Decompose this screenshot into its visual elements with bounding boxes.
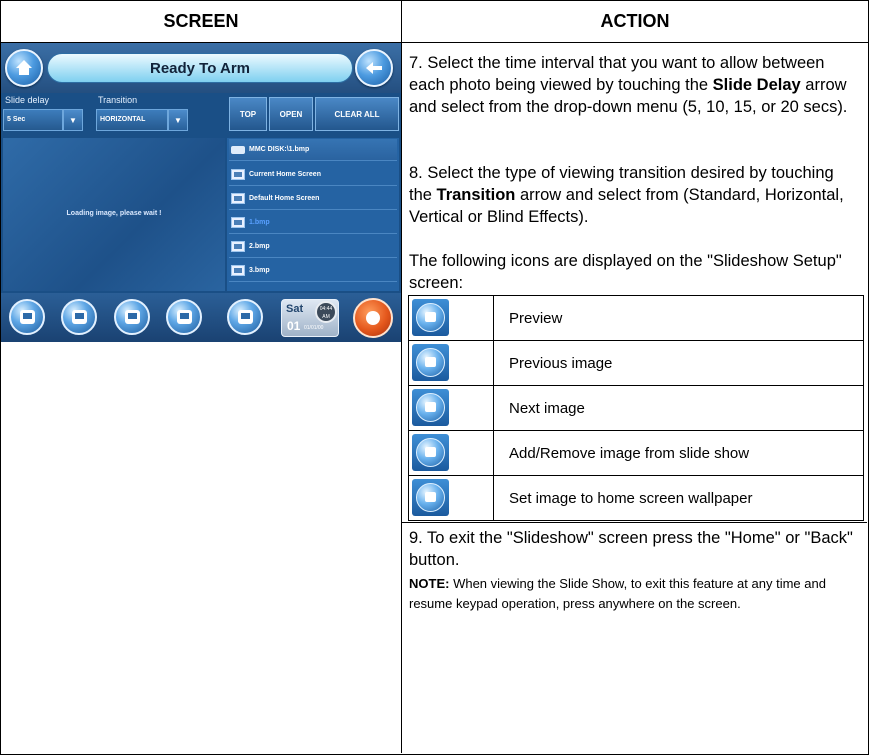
preview-button[interactable] [9,299,45,335]
slide-delay-dropdown[interactable]: 5 Sec [3,109,63,131]
image-icon [231,193,245,204]
clock-full-date: 01/01/00 [304,325,324,331]
bottom-toolbar: Sat 01 01/01/00 04:44 AM [1,293,401,342]
top-button[interactable]: TOP [229,97,267,131]
image-icon [231,241,245,252]
file-list-item[interactable]: Current Home Screen [229,164,397,186]
file-list-item-selected[interactable]: 1.bmp [229,212,397,234]
note: NOTE: When viewing the Slide Show, to ex… [409,574,864,614]
set-wallpaper-button[interactable] [227,299,263,335]
icon-description: Next image [509,399,585,417]
set-wallpaper-icon [412,479,449,516]
action-column-header: ACTION [402,1,868,43]
open-button[interactable]: OPEN [269,97,313,131]
clock-ampm: AM [322,314,330,320]
clock-date: 01 [287,319,301,333]
image-icon [231,217,245,228]
loading-message: Loading image, please wait ! [66,210,162,217]
back-button[interactable] [355,49,393,87]
icons-intro: The following icons are displayed on the… [409,252,842,292]
next-image-icon [412,389,449,426]
icon-row: Preview [409,296,864,341]
icon-row: Add/Remove image from slide show [409,431,864,476]
previous-image-icon [412,344,449,381]
home-button[interactable] [5,49,43,87]
note-label: NOTE: [409,576,450,591]
transition-term: Transition [436,186,516,204]
next-image-button[interactable] [114,299,150,335]
icon-row: Next image [409,386,864,431]
file-list-item[interactable]: 3.bmp [229,260,397,282]
column-divider [401,42,402,753]
previous-image-button[interactable] [61,299,97,335]
image-icon [231,169,245,180]
previous-image-icon [72,310,87,324]
clock-time: 04:44 [319,306,333,312]
clear-all-button[interactable]: CLEAR ALL [315,97,399,131]
top-bar: Ready To Arm [1,43,401,93]
transition-label: Transition [98,95,138,105]
system-status: Ready To Arm [47,53,353,83]
step-9: 9. To exit the "Slideshow" screen press … [409,529,853,569]
add-remove-image-icon [412,434,449,471]
icon-description: Add/Remove image from slide show [509,444,750,462]
add-remove-image-icon [177,310,192,324]
transition-dropdown[interactable]: HORIZONTAL [96,109,168,131]
icon-row: Previous image [409,341,864,386]
transition-arrow[interactable]: ▼ [168,109,188,131]
icon-row: Set image to home screen wallpaper [409,476,864,521]
preview-icon [20,310,35,324]
image-viewer[interactable]: Loading image, please wait ! [3,138,225,291]
row-divider [401,522,867,523]
slide-delay-label: Slide delay [5,95,50,105]
icon-description: Set image to home screen wallpaper [509,489,753,507]
screen-column-header: SCREEN [1,1,402,43]
date-time-display: Sat 01 01/01/00 04:44 AM [281,299,339,337]
note-text: When viewing the Slide Show, to exit thi… [409,576,826,611]
clock-day: Sat [286,303,304,315]
file-list-item[interactable]: 2.bmp [229,236,397,258]
preview-icon [412,299,449,336]
file-list-item[interactable]: Default Home Screen [229,188,397,210]
icon-description: Preview [509,309,563,327]
add-remove-image-button[interactable] [166,299,202,335]
home-icon [16,60,32,75]
emergency-button[interactable] [353,298,393,338]
disk-icon [231,145,245,154]
icon-legend-table: Preview Previous image Next image Add/Re… [408,295,864,521]
back-arrow-icon [366,62,382,74]
step-7: 7. Select the time interval that you wan… [409,54,848,116]
slide-delay-arrow[interactable]: ▼ [63,109,83,131]
file-list: MMC DISK:\1.bmp Current Home Screen Defa… [227,138,399,291]
file-list-path[interactable]: MMC DISK:\1.bmp [229,139,397,161]
slideshow-setup-screenshot: Ready To Arm Slide delay 5 Sec ▼ Transit… [1,43,401,342]
slide-delay-term: Slide Delay [712,76,801,94]
clock-icon: 04:44 AM [315,301,337,323]
step-8: 8. Select the type of viewing transition… [409,164,844,226]
icon-description: Previous image [509,354,613,372]
next-image-icon [125,310,140,324]
image-icon [231,265,245,276]
set-wallpaper-icon [238,310,253,324]
